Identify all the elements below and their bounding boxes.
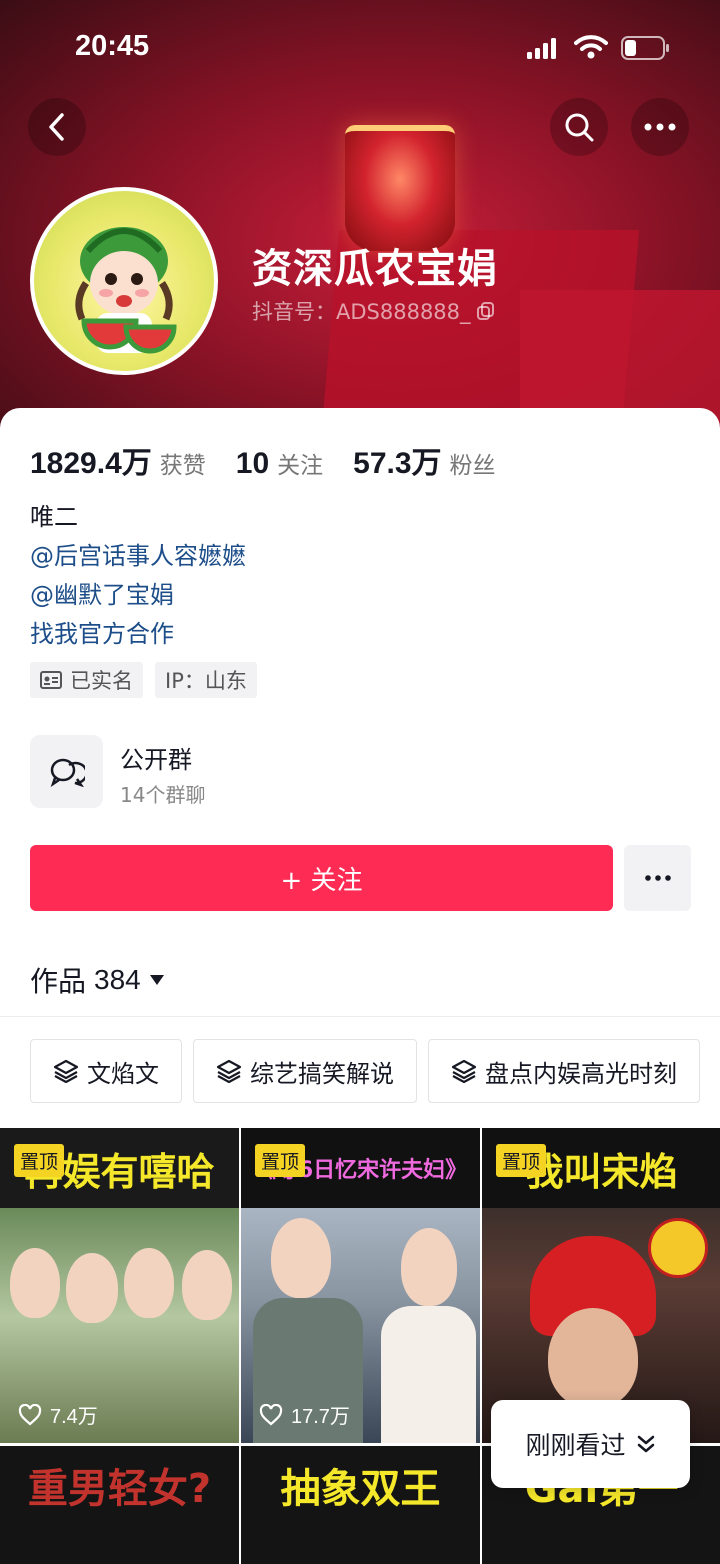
video-thumbnail-3[interactable]: 我叫宋焰 置顶	[482, 1128, 720, 1443]
heart-icon	[18, 1403, 42, 1425]
stat-likes-value: 1829.4万	[30, 447, 152, 480]
bio-text: 唯二	[30, 503, 78, 531]
collection-chip-label: 综艺搞笑解说	[250, 1059, 394, 1088]
collection-chip-2[interactable]: 综艺搞笑解说	[193, 1039, 417, 1103]
thumbnail-face	[10, 1248, 60, 1318]
bio-mention-1[interactable]: @后宫话事人容嬷嬷	[30, 537, 246, 576]
copy-icon	[476, 302, 494, 320]
thumbnail-face	[124, 1248, 174, 1318]
profile-name: 资深瓜农宝娟	[252, 246, 498, 292]
thumbnail-face	[548, 1308, 638, 1408]
collection-chip-3[interactable]: 盘点内娱高光时刻	[428, 1039, 700, 1103]
heart-icon	[259, 1403, 283, 1425]
collection-chip-1[interactable]: 文焰文	[30, 1039, 182, 1103]
thumbnail-face	[66, 1253, 118, 1323]
wifi-icon	[574, 35, 608, 59]
banner-golden-cup	[345, 125, 455, 251]
follow-button-label: + 关注	[280, 865, 363, 896]
search-icon	[565, 113, 594, 142]
follow-button[interactable]: + 关注	[30, 845, 613, 911]
stats-row: 1829.4万 获赞 10 关注 57.3万 粉丝	[30, 438, 526, 482]
pinned-badge: 置顶	[255, 1144, 306, 1177]
layers-icon	[451, 1059, 477, 1083]
collection-chip-label: 文焰文	[87, 1059, 159, 1088]
thumbnail-face	[401, 1228, 457, 1306]
video-thumbnail-4[interactable]: 重男轻女?	[0, 1446, 239, 1564]
video-likes-count: 17.7万	[291, 1406, 350, 1428]
battery-icon	[621, 36, 669, 60]
recently-viewed-button[interactable]: 刚刚看过	[491, 1400, 690, 1488]
search-button[interactable]	[550, 98, 608, 156]
group-subtitle: 14个群聊	[120, 783, 206, 807]
avatar[interactable]	[30, 187, 218, 375]
divider	[0, 1016, 720, 1017]
group-chat-icon-box	[30, 735, 103, 808]
layers-icon	[53, 1059, 79, 1083]
verified-tag[interactable]: 已实名	[30, 662, 143, 698]
cellular-signal-icon	[527, 38, 556, 59]
stat-followers-value: 57.3万	[353, 447, 442, 480]
douyin-id-row[interactable]: 抖音号：ADS888888_	[252, 296, 495, 326]
stat-following[interactable]: 10 关注	[236, 446, 323, 481]
status-time: 20:45	[75, 30, 150, 62]
douyin-id-text: 抖音号：ADS888888_	[252, 300, 471, 324]
works-count: 384	[94, 964, 141, 995]
stat-followers[interactable]: 57.3万 粉丝	[353, 438, 495, 482]
video-thumbnail-1[interactable]: 再娱有嘻哈 置顶 7.4万	[0, 1128, 239, 1443]
stat-following-label: 关注	[277, 453, 324, 479]
verified-tag-label: 已实名	[70, 669, 133, 693]
thumbnail-face	[271, 1218, 331, 1298]
more-dots-icon	[644, 875, 671, 881]
id-card-icon	[40, 671, 62, 689]
thumbnail-face	[182, 1250, 232, 1320]
thumbnail-person-dress	[381, 1306, 476, 1443]
ip-location-tag: IP：山东	[155, 662, 257, 698]
avatar-cartoon-girl-image	[75, 227, 177, 354]
public-group-entry[interactable]: 公开群 14个群聊	[30, 735, 690, 809]
follow-more-button[interactable]	[624, 845, 691, 911]
more-dots-icon	[644, 123, 676, 131]
thumbnail-badge	[648, 1218, 708, 1278]
video-likes: 7.4万	[18, 1400, 98, 1429]
layers-icon	[216, 1059, 242, 1083]
back-button[interactable]	[28, 98, 86, 156]
profile-panel: 1829.4万 获赞 10 关注 57.3万 粉丝 唯二 @后宫话事人容嬷嬷 @…	[0, 408, 720, 1564]
collection-filters: 文焰文 综艺搞笑解说 盘点内娱高光时刻	[30, 1039, 700, 1103]
group-title: 公开群	[120, 746, 192, 774]
video-thumbnail-5[interactable]: 抽象双王	[241, 1446, 480, 1564]
back-arrow-icon	[49, 113, 64, 141]
video-title: 重男轻女?	[27, 1466, 212, 1512]
video-title: 抽象双王	[280, 1466, 441, 1512]
pinned-badge: 置顶	[496, 1144, 547, 1177]
video-likes-count: 7.4万	[50, 1406, 98, 1428]
recently-viewed-label: 刚刚看过	[525, 1431, 626, 1460]
stat-following-value: 10	[235, 447, 270, 480]
stat-likes[interactable]: 1829.4万 获赞	[30, 438, 206, 482]
works-tab[interactable]: 作品 384	[30, 960, 165, 1000]
video-likes: 17.7万	[259, 1400, 350, 1429]
pinned-badge: 置顶	[14, 1144, 65, 1177]
caret-down-icon	[149, 975, 164, 985]
bio-business-link[interactable]: 找我官方合作	[30, 615, 246, 654]
works-label: 作品	[30, 965, 87, 998]
bio: 唯二 @后宫话事人容嬷嬷 @幽默了宝娟 找我官方合作	[30, 498, 246, 654]
ip-location-label: IP：山东	[165, 669, 247, 693]
stat-followers-label: 粉丝	[449, 453, 496, 479]
video-thumbnail-2[interactable]: 《等6日忆宋许夫妇》 置顶 17.7万	[241, 1128, 480, 1443]
status-bar: 20:45	[0, 0, 720, 96]
double-chevron-down-icon	[637, 1435, 654, 1453]
more-options-button[interactable]	[631, 98, 689, 156]
profile-tags: 已实名 IP：山东	[30, 662, 257, 698]
stat-likes-label: 获赞	[159, 453, 206, 479]
collection-chip-label: 盘点内娱高光时刻	[485, 1059, 677, 1088]
bio-mention-2[interactable]: @幽默了宝娟	[30, 576, 246, 615]
group-chat-icon	[50, 758, 85, 787]
